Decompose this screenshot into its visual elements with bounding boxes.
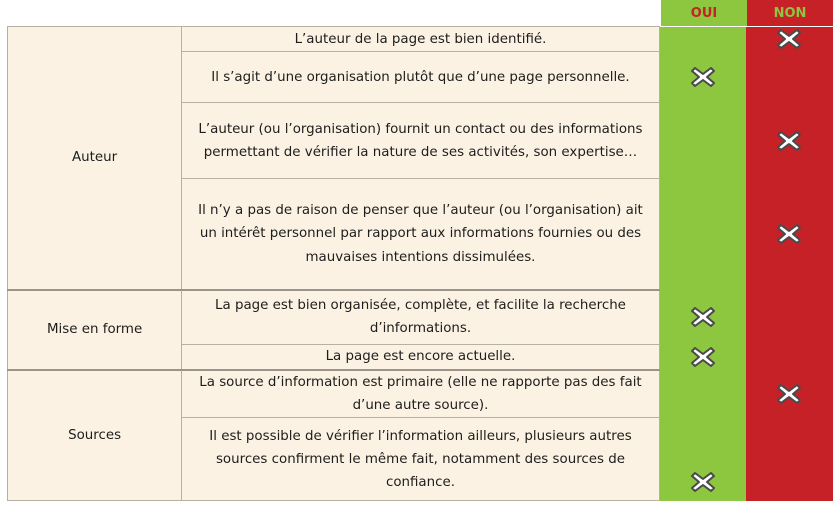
evaluation-table: Auteur L’auteur de la page est bien iden… [6, 25, 833, 502]
criterion-cell: Il s’agit d’une organisation plutôt que … [181, 51, 660, 104]
non-cell [745, 26, 833, 52]
non-cell [745, 344, 833, 370]
non-cell [745, 369, 833, 418]
oui-cell [659, 102, 746, 179]
criterion-cell: L’auteur (ou l’organisation) fournit un … [181, 102, 660, 180]
criterion-cell: Il n’y a pas de raison de penser que l’a… [181, 178, 660, 291]
cross-mark-icon [690, 345, 716, 369]
category-sources: Sources [6, 368, 183, 502]
criterion-cell: L’auteur de la page est bien identifié. [181, 25, 660, 53]
non-cell [745, 102, 833, 179]
criterion-cell: La page est bien organisée, complète, et… [181, 288, 660, 346]
cross-mark-icon [690, 305, 716, 329]
cross-mark-icon [776, 382, 802, 406]
cross-mark-icon [776, 129, 802, 153]
table-row: Auteur L’auteur de la page est bien iden… [6, 25, 833, 291]
non-cell [745, 178, 833, 290]
oui-cell [659, 51, 746, 103]
oui-cell [659, 369, 746, 418]
non-cell [745, 289, 833, 345]
oui-cell [659, 344, 746, 370]
cross-mark-icon [776, 27, 802, 51]
column-header-oui: OUI [661, 0, 747, 26]
table-row: Sources La source d’information est prim… [6, 368, 833, 502]
cross-mark-icon [776, 222, 802, 246]
oui-cell [659, 417, 746, 501]
table-row: Mise en forme La page est bien organisée… [6, 288, 833, 371]
criterion-cell: La source d’information est primaire (el… [181, 368, 660, 419]
cross-mark-icon [690, 65, 716, 89]
oui-cell [659, 289, 746, 345]
non-cell [745, 417, 833, 501]
column-header-non: NON [747, 0, 833, 26]
category-auteur: Auteur [6, 25, 183, 291]
oui-cell [659, 178, 746, 290]
non-cell [745, 51, 833, 103]
cross-mark-icon [690, 470, 716, 494]
criterion-cell: Il est possible de vérifier l’informatio… [181, 417, 660, 502]
category-mise-en-forme: Mise en forme [6, 288, 183, 371]
criterion-cell: La page est encore actuelle. [181, 344, 660, 371]
oui-cell [659, 26, 746, 52]
